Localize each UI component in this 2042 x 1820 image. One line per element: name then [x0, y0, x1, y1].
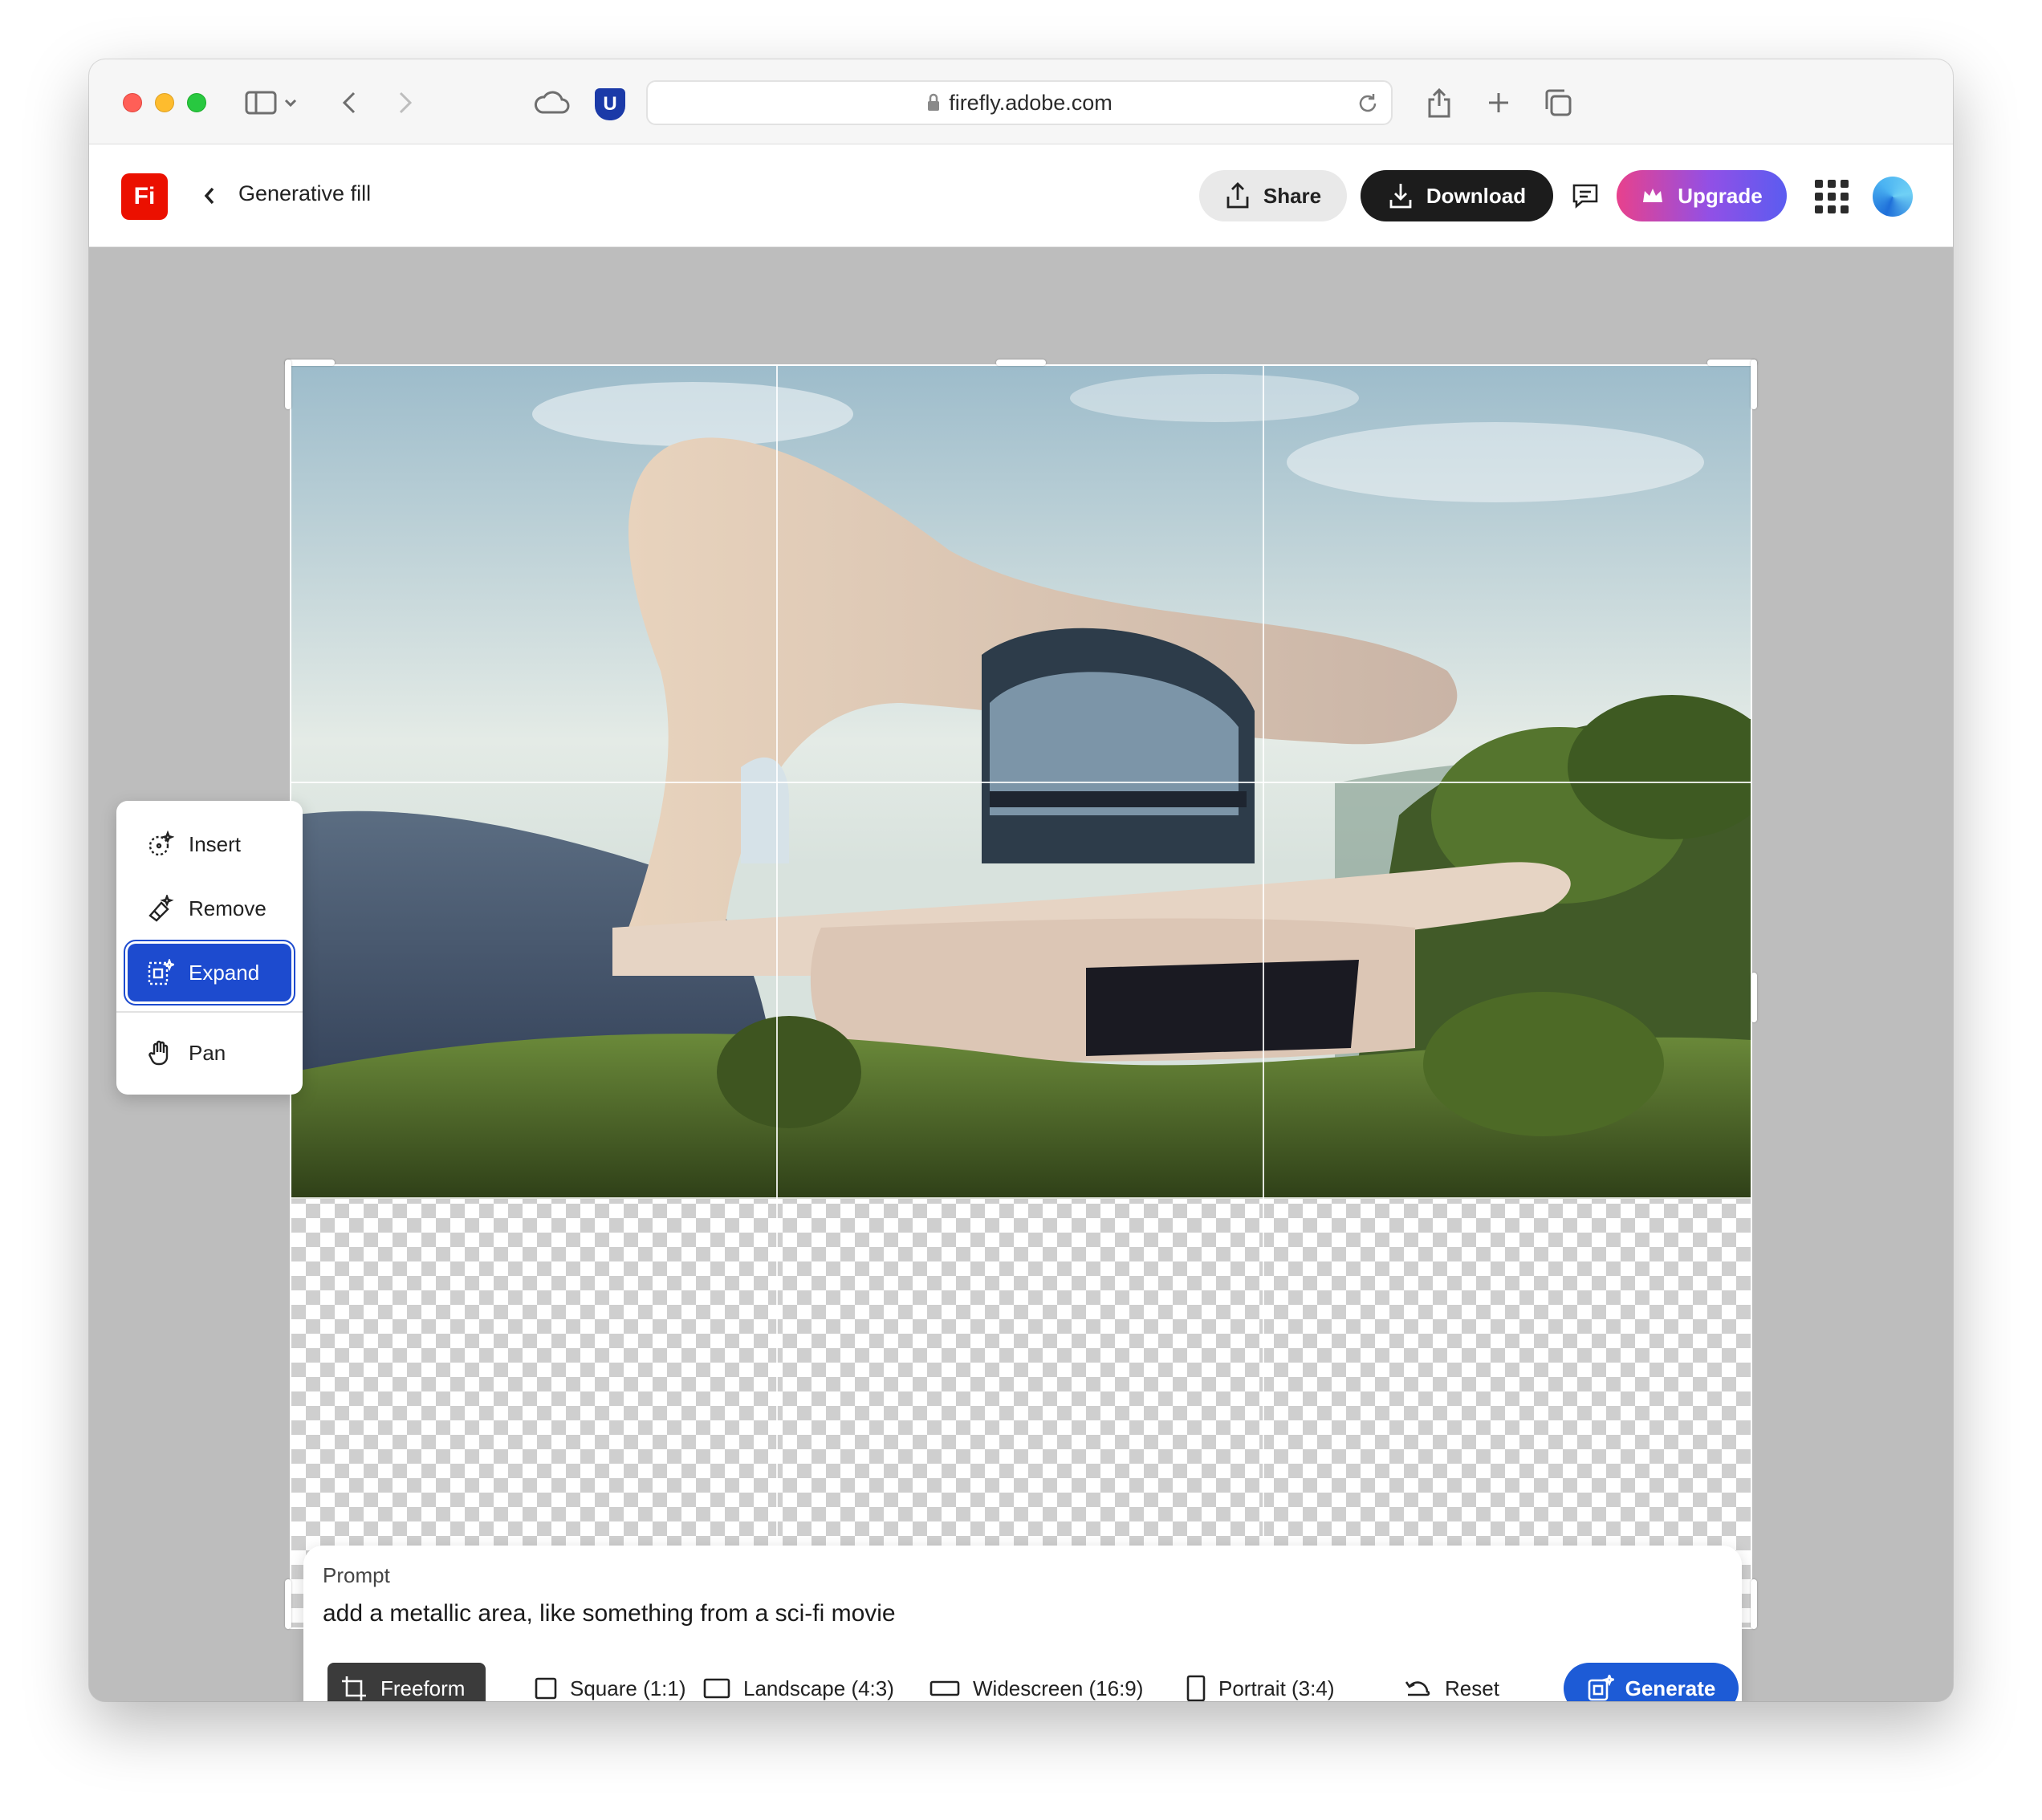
- aspect-freeform-button[interactable]: Freeform: [327, 1663, 486, 1701]
- prompt-input[interactable]: [323, 1595, 1687, 1632]
- grid-line: [291, 782, 1751, 783]
- tool-expand-label: Expand: [189, 960, 260, 985]
- tool-pan[interactable]: Pan: [128, 1024, 291, 1082]
- tool-insert-label: Insert: [189, 831, 242, 856]
- resize-handle-top-right[interactable]: [1707, 360, 1757, 366]
- aspect-landscape-button[interactable]: Landscape (4:3): [692, 1663, 905, 1701]
- browser-window: U firefly.adobe.com Fi Generative fill S…: [89, 59, 1953, 1701]
- sidebar-toggle-icon[interactable]: [242, 83, 280, 122]
- page-title: Generative fill: [238, 181, 372, 205]
- reload-icon[interactable]: [1356, 91, 1380, 120]
- prompt-label: Prompt: [323, 1563, 390, 1587]
- cloud-icon[interactable]: [527, 83, 576, 122]
- crop-icon: [342, 1676, 366, 1700]
- square-icon: [535, 1677, 557, 1700]
- grid-line: [1263, 366, 1264, 1627]
- tab-overview-icon[interactable]: [1539, 83, 1577, 122]
- tool-insert[interactable]: Insert: [128, 815, 291, 873]
- share-page-icon[interactable]: [1420, 83, 1458, 122]
- widescreen-icon: [929, 1680, 960, 1696]
- reset-label: Reset: [1445, 1676, 1499, 1700]
- resize-handle-top-left[interactable]: [285, 360, 335, 366]
- download-icon: [1389, 184, 1412, 209]
- lock-icon: [928, 93, 940, 111]
- resize-handle-bottom-left[interactable]: [285, 1579, 291, 1629]
- back-chevron-icon[interactable]: [193, 180, 226, 212]
- hand-icon: [148, 1040, 169, 1066]
- tool-remove[interactable]: Remove: [128, 880, 291, 937]
- address-bar[interactable]: firefly.adobe.com: [646, 80, 1393, 125]
- url-text: firefly.adobe.com: [949, 90, 1113, 115]
- prompt-panel: Prompt Freeform Square (1:1) Landscape (…: [303, 1546, 1742, 1701]
- generate-label: Generate: [1625, 1676, 1716, 1700]
- expand-icon: [148, 959, 174, 985]
- close-window-button[interactable]: [123, 93, 142, 112]
- zoom-window-button[interactable]: [187, 93, 206, 112]
- grid-line: [291, 1197, 1751, 1199]
- minimize-window-button[interactable]: [155, 93, 174, 112]
- back-arrow-icon[interactable]: [330, 83, 368, 122]
- aspect-landscape-label: Landscape (4:3): [743, 1676, 894, 1700]
- aspect-square-label: Square (1:1): [570, 1676, 686, 1700]
- undo-icon: [1405, 1681, 1430, 1696]
- tool-pan-label: Pan: [189, 1040, 226, 1065]
- resize-handle-top[interactable]: [996, 360, 1046, 366]
- forward-arrow-icon[interactable]: [386, 83, 425, 122]
- tool-menu: Insert Remove Expand Pan: [116, 801, 303, 1095]
- generate-button[interactable]: Generate: [1564, 1663, 1739, 1701]
- aspect-widescreen-label: Widescreen (16:9): [973, 1676, 1144, 1700]
- canvas-area: Insert Remove Expand Pan Prompt add a me…: [89, 247, 1953, 1701]
- browser-toolbar: U firefly.adobe.com: [89, 59, 1953, 144]
- new-tab-plus-icon[interactable]: [1479, 83, 1518, 122]
- remove-icon: [148, 895, 174, 922]
- crown-icon: [1643, 189, 1663, 202]
- download-label: Download: [1426, 183, 1527, 208]
- resize-handle-top-right[interactable]: [1751, 360, 1757, 409]
- tool-expand[interactable]: Expand: [128, 944, 291, 1001]
- share-icon: [1226, 182, 1249, 209]
- upgrade-button[interactable]: Upgrade: [1617, 170, 1787, 221]
- tool-remove-label: Remove: [189, 896, 266, 920]
- grid-line: [776, 366, 778, 1627]
- feedback-comment-icon[interactable]: [1568, 178, 1603, 213]
- chevron-down-icon[interactable]: [279, 83, 303, 122]
- aspect-ratio-row: Freeform Square (1:1) Landscape (4:3) Wi…: [327, 1663, 1739, 1701]
- app-header: Fi Generative fill Share Download Upgrad…: [89, 144, 1953, 247]
- aspect-portrait-button[interactable]: Portrait (3:4): [1175, 1663, 1346, 1701]
- portrait-icon: [1186, 1675, 1206, 1701]
- download-button[interactable]: Download: [1361, 170, 1553, 221]
- landscape-icon: [703, 1678, 730, 1699]
- aspect-freeform-label: Freeform: [380, 1676, 466, 1700]
- aspect-portrait-label: Portrait (3:4): [1218, 1676, 1335, 1700]
- menu-divider: [116, 1011, 303, 1013]
- aspect-widescreen-button[interactable]: Widescreen (16:9): [918, 1663, 1154, 1701]
- user-avatar[interactable]: [1873, 177, 1913, 217]
- share-button[interactable]: Share: [1199, 170, 1347, 221]
- extension-shield-icon[interactable]: U: [595, 88, 625, 120]
- resize-handle-right[interactable]: [1751, 973, 1757, 1022]
- resize-handle-top-left[interactable]: [285, 360, 291, 409]
- reset-button[interactable]: Reset: [1392, 1663, 1511, 1701]
- insert-icon: [148, 831, 174, 856]
- apps-grid-icon[interactable]: [1813, 178, 1850, 215]
- aspect-square-button[interactable]: Square (1:1): [523, 1663, 698, 1701]
- expand-canvas[interactable]: [290, 364, 1752, 1629]
- firefly-logo[interactable]: Fi: [121, 173, 168, 220]
- share-label: Share: [1263, 183, 1322, 208]
- resize-handle-bottom-right[interactable]: [1751, 1579, 1757, 1629]
- generate-icon: [1588, 1675, 1614, 1701]
- upgrade-label: Upgrade: [1678, 183, 1763, 208]
